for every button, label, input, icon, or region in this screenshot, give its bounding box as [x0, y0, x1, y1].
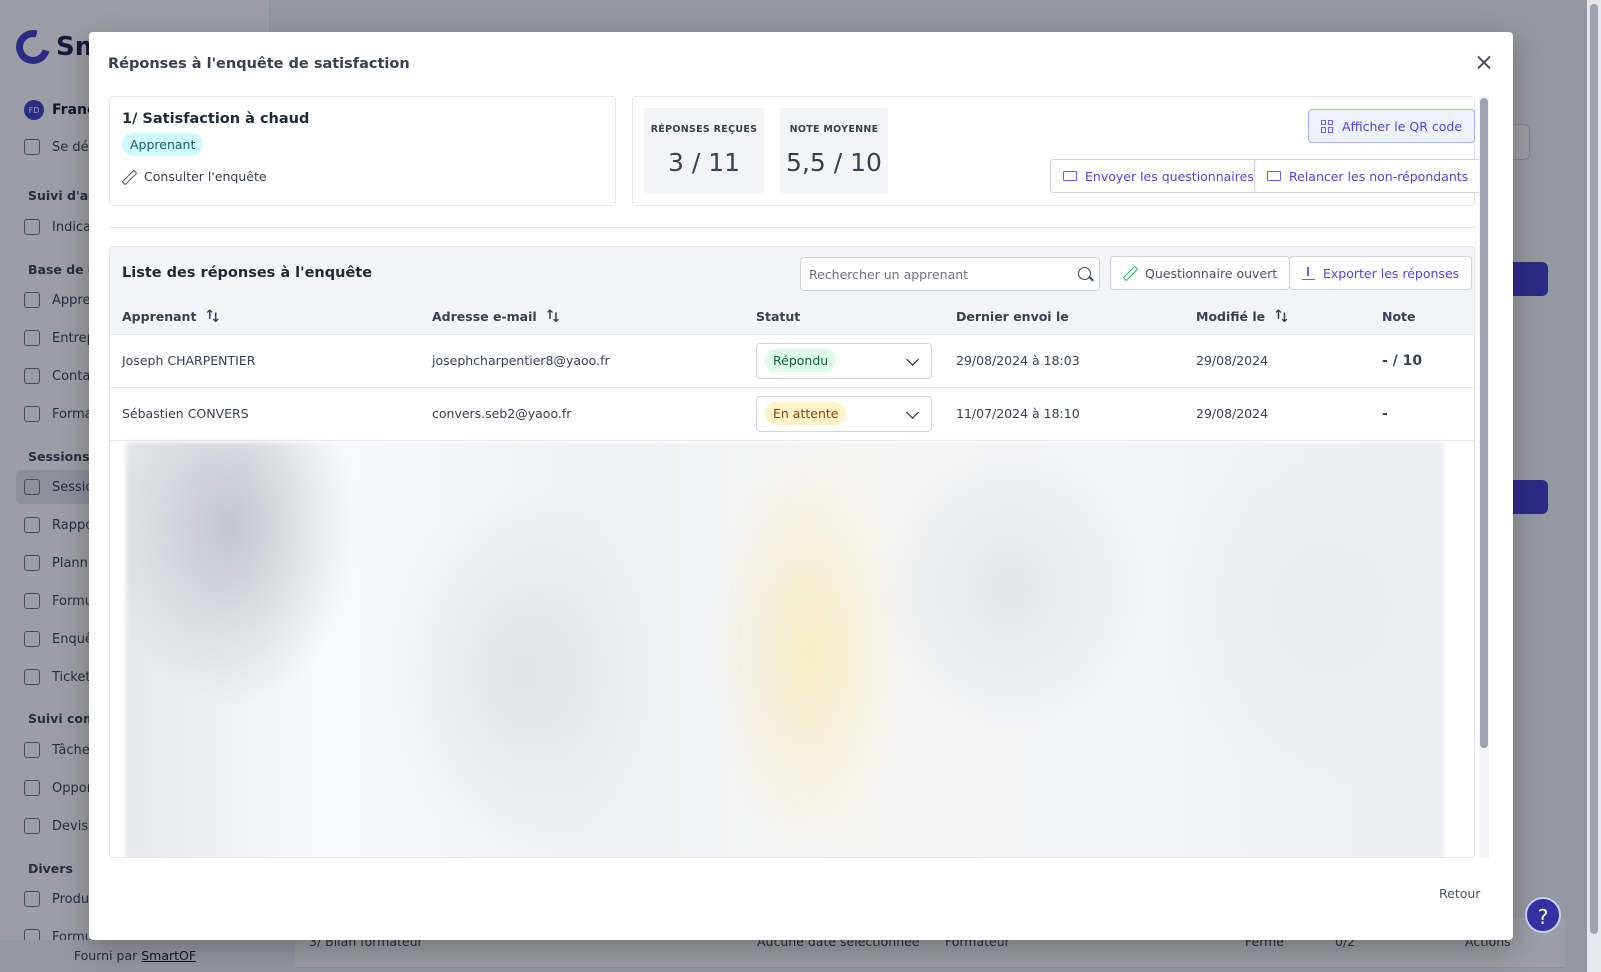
column-header-email[interactable]: Adresse e-mail — [420, 299, 744, 335]
status-select[interactable]: En attente — [756, 395, 932, 432]
page-scrollbar-thumb[interactable] — [1590, 4, 1598, 934]
back-button[interactable]: Retour — [1439, 886, 1480, 901]
survey-name: 1/ Satisfaction à chaud — [122, 111, 310, 127]
search-icon[interactable] — [1078, 267, 1091, 280]
modified-date: 29/08/2024 — [1184, 334, 1370, 388]
modal-scrollbar[interactable] — [1479, 96, 1489, 858]
survey-info-card: 1/ Satisfaction à chaud Apprenant Consul… — [109, 96, 616, 206]
sort-icon[interactable] — [1273, 308, 1290, 326]
stat-value: 3 / 11 — [667, 148, 741, 177]
redacted-rows-blur — [126, 442, 1444, 857]
help-button[interactable]: ? — [1525, 897, 1561, 933]
chevron-down-icon — [906, 405, 919, 419]
responses-table: Apprenant Adresse e-mail Statut Dernier … — [110, 299, 1474, 441]
send-questionnaires-button[interactable]: Envoyer les questionnaires — [1050, 159, 1267, 193]
note-value: - — [1370, 387, 1474, 441]
download-icon — [1302, 266, 1315, 280]
remind-non-respondents-button[interactable]: Relancer les non-répondants — [1254, 159, 1482, 193]
survey-stats-card: RÉPONSES REÇUES 3 / 11 NOTE MOYENNE 5,5 … — [632, 96, 1482, 206]
status-cell: En attente — [744, 387, 944, 441]
table-header-row: Apprenant Adresse e-mail Statut Dernier … — [110, 299, 1474, 335]
consult-survey-link[interactable]: Consulter l'enquête — [122, 169, 267, 184]
sort-icon[interactable] — [545, 308, 562, 326]
learner-email: convers.seb2@yaoo.fr — [420, 387, 744, 441]
modal-title: Réponses à l'enquête de satisfaction — [108, 56, 410, 72]
column-header-learner[interactable]: Apprenant — [110, 299, 420, 335]
learner-name: Joseph CHARPENTIER — [110, 334, 420, 388]
column-header-status: Statut — [744, 299, 944, 335]
last-sent-date: 11/07/2024 à 18:10 — [944, 387, 1184, 441]
column-header-note: Note — [1370, 299, 1474, 335]
search-input[interactable] — [801, 258, 1061, 290]
modified-date: 29/08/2024 — [1184, 387, 1370, 441]
last-sent-date: 29/08/2024 à 18:03 — [944, 334, 1184, 388]
page-scrollbar[interactable] — [1587, 0, 1601, 972]
stat-label: NOTE MOYENNE — [789, 124, 879, 135]
close-icon[interactable] — [1473, 52, 1495, 74]
modal-scrollbar-thumb[interactable] — [1480, 98, 1488, 748]
export-responses-button[interactable]: Exporter les réponses — [1289, 256, 1473, 290]
qr-code-icon — [1321, 119, 1334, 133]
column-header-modified[interactable]: Modifié le — [1184, 299, 1370, 335]
learner-email: josephcharpentier8@yaoo.fr — [420, 334, 744, 388]
table-row: Joseph CHARPENTIER josephcharpentier8@ya… — [110, 334, 1474, 388]
pencil-icon — [1123, 266, 1137, 280]
audience-tag: Apprenant — [122, 133, 204, 156]
status-cell: Répondu — [744, 334, 944, 388]
list-header: Liste des réponses à l'enquête Questionn… — [110, 247, 1474, 299]
sort-icon[interactable] — [204, 308, 221, 326]
open-questionnaire-button[interactable]: Questionnaire ouvert — [1110, 256, 1291, 290]
column-header-last-sent: Dernier envoi le — [944, 299, 1184, 335]
list-title: Liste des réponses à l'enquête — [122, 265, 373, 281]
chevron-down-icon — [906, 352, 919, 366]
status-badge: Répondu — [765, 349, 837, 372]
stat-value: 5,5 / 10 — [786, 148, 882, 177]
show-qr-code-button[interactable]: Afficher le QR code — [1308, 109, 1476, 143]
table-row: Sébastien CONVERS convers.seb2@yaoo.fr E… — [110, 387, 1474, 441]
search-field — [800, 257, 1100, 291]
learner-name: Sébastien CONVERS — [110, 387, 420, 441]
status-select[interactable]: Répondu — [756, 342, 932, 379]
stat-responses: RÉPONSES REÇUES 3 / 11 — [644, 108, 764, 194]
divider — [109, 227, 1475, 228]
note-value: - / 10 — [1370, 334, 1474, 388]
mail-icon — [1063, 171, 1077, 181]
responses-list-panel: Liste des réponses à l'enquête Questionn… — [109, 246, 1475, 858]
pencil-icon — [122, 170, 136, 184]
survey-responses-modal: Réponses à l'enquête de satisfaction 1/ … — [89, 32, 1513, 940]
mail-icon — [1267, 171, 1281, 181]
stat-average-score: NOTE MOYENNE 5,5 / 10 — [780, 108, 888, 194]
status-badge: En attente — [765, 402, 847, 425]
stat-label: RÉPONSES REÇUES — [650, 124, 758, 135]
